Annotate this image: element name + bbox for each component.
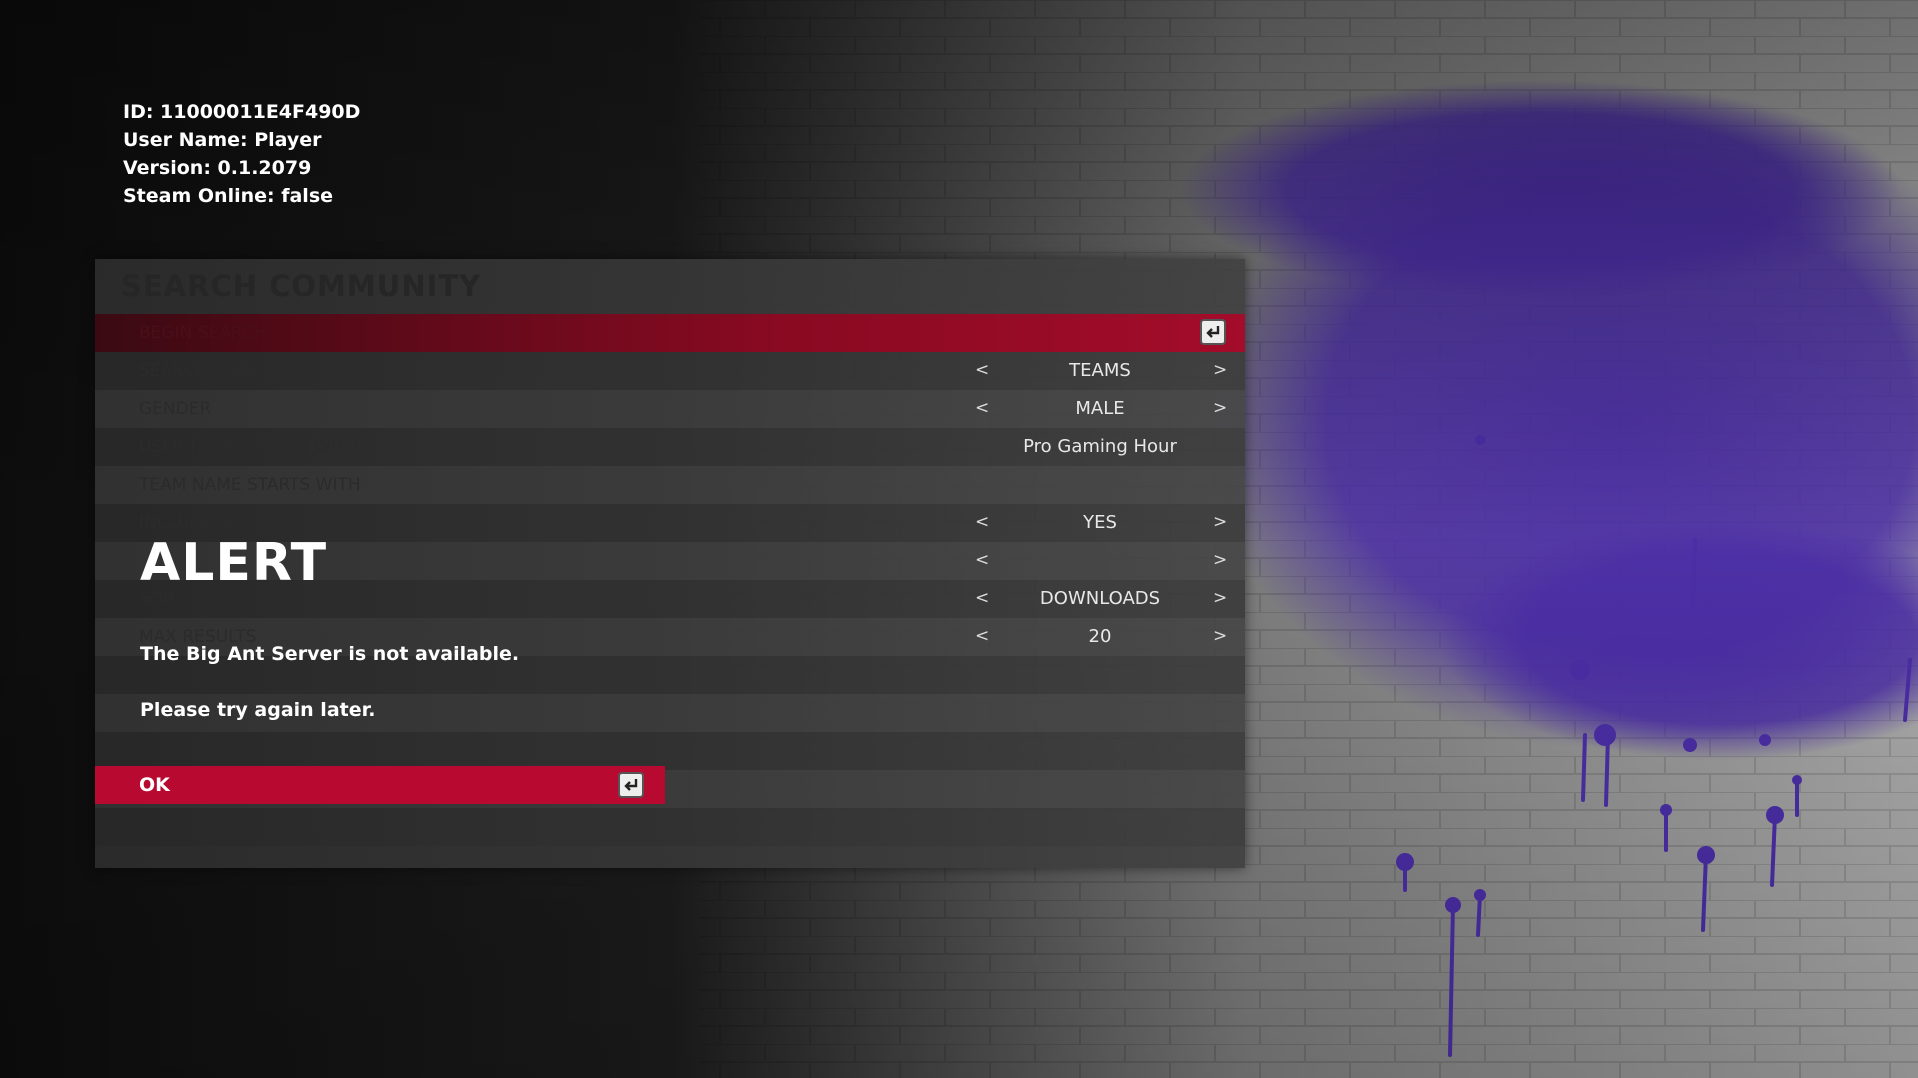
next-option-arrow[interactable]: > <box>1213 360 1227 380</box>
search-type-row[interactable]: SEARCH TYPE < TEAMS > <box>95 352 1245 390</box>
next-option-arrow[interactable]: > <box>1213 398 1227 418</box>
gender-value: MALE <box>1075 398 1125 419</box>
prev-option-arrow[interactable]: < <box>975 512 989 532</box>
enter-key-icon <box>1200 319 1226 345</box>
game-version: Version: 0.1.2079 <box>123 157 312 179</box>
ok-button-label: OK <box>139 774 170 796</box>
next-option-arrow[interactable]: > <box>1213 626 1227 646</box>
steam-online-status: Steam Online: false <box>123 185 334 207</box>
empty-row <box>95 808 1245 846</box>
ok-button[interactable]: OK <box>95 766 665 804</box>
begin-search-row[interactable]: BEGIN SEARCH <box>95 314 1245 352</box>
sort-by-value: DOWNLOADS <box>1039 588 1161 609</box>
prev-option-arrow[interactable]: < <box>975 360 989 380</box>
empty-row <box>95 732 1245 770</box>
enter-key-icon <box>618 772 644 798</box>
prev-option-arrow[interactable]: < <box>975 398 989 418</box>
row-label: TEAM NAME STARTS WITH <box>139 475 361 495</box>
user-name-filter-value: Pro Gaming Hour <box>1023 436 1177 457</box>
prev-option-arrow[interactable]: < <box>975 550 989 570</box>
row-label: SEARCH TYPE <box>139 361 255 381</box>
include-logos-value: YES <box>1083 512 1117 533</box>
alert-message: The Big Ant Server is not available. <box>140 643 520 665</box>
row-label: BEGIN SEARCH <box>139 323 267 343</box>
row-label: GENDER <box>139 399 212 419</box>
player-id: ID: 11000011E4F490D <box>123 101 361 123</box>
panel-title: SEARCH COMMUNITY <box>121 269 482 303</box>
row-label: USER NAME STARTS WITH <box>139 437 359 457</box>
next-option-arrow[interactable]: > <box>1213 588 1227 608</box>
alert-title: ALERT <box>140 533 328 593</box>
player-user-name: User Name: Player <box>123 129 322 151</box>
user-name-starts-with-row[interactable]: USER NAME STARTS WITH Pro Gaming Hour <box>95 428 1245 466</box>
team-name-starts-with-row[interactable]: TEAM NAME STARTS WITH <box>95 466 1245 504</box>
next-option-arrow[interactable]: > <box>1213 550 1227 570</box>
max-results-value: 20 <box>1088 626 1112 647</box>
alert-message-secondary: Please try again later. <box>140 699 376 721</box>
prev-option-arrow[interactable]: < <box>975 626 989 646</box>
row-label: INCLUDE LOGOS <box>139 513 279 533</box>
next-option-arrow[interactable]: > <box>1213 512 1227 532</box>
search-type-value: TEAMS <box>1069 360 1131 381</box>
prev-option-arrow[interactable]: < <box>975 588 989 608</box>
gender-row[interactable]: GENDER < MALE > <box>95 390 1245 428</box>
player-info: ID: 11000011E4F490D User Name: Player Ve… <box>123 98 360 210</box>
